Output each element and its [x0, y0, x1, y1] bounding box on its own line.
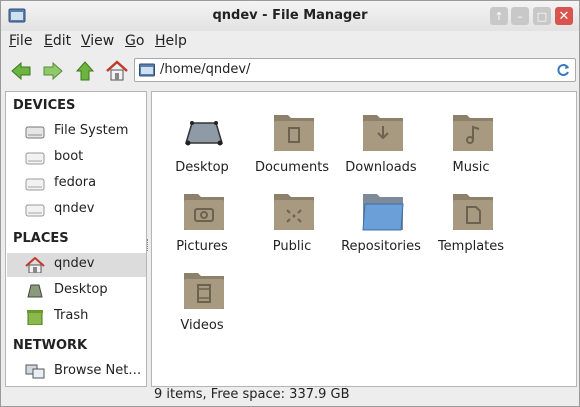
- maximize-button[interactable]: □: [533, 7, 551, 25]
- back-arrow-icon[interactable]: [9, 59, 33, 83]
- sidebar-item-desktop[interactable]: Desktop: [7, 279, 146, 303]
- file-name: Music: [452, 160, 490, 175]
- status-bar-text: 9 items, Free space: 337.9 GB: [154, 387, 350, 402]
- desktop-icon: [27, 284, 43, 298]
- minimize-button[interactable]: –: [511, 7, 529, 25]
- location-bar[interactable]: /home/qndev/: [134, 58, 576, 82]
- file-manager-window: qndev - File Manager ↑ – □ ✕ File Edit V…: [0, 0, 580, 407]
- location-path[interactable]: /home/qndev/: [160, 62, 250, 77]
- sidebar-item-label: boot: [54, 149, 84, 164]
- file-name: Templates: [437, 239, 505, 254]
- refresh-icon[interactable]: [555, 62, 571, 78]
- file-item-pictures[interactable]: Pictures: [157, 181, 247, 254]
- menu-go[interactable]: Go: [125, 33, 144, 49]
- sidebar-item-label: qndev: [54, 256, 95, 271]
- file-name: Documents: [254, 160, 330, 175]
- harddisk-icon: [25, 126, 45, 139]
- file-view: Desktop Documents Downloads Music Pictur…: [151, 91, 577, 387]
- file-name: Desktop: [175, 160, 229, 175]
- file-item-music[interactable]: Music: [426, 102, 516, 175]
- sidebar-item-browse-network[interactable]: Browse Network: [7, 360, 146, 384]
- desktop-folder-icon: [184, 121, 224, 146]
- file-item-documents[interactable]: Documents: [247, 102, 337, 175]
- devices-heading: DEVICES: [13, 98, 76, 113]
- drive-icon: [25, 204, 45, 217]
- folder-icon: [139, 63, 155, 77]
- public-folder-icon: [274, 194, 314, 230]
- file-item-templates[interactable]: Templates: [426, 181, 516, 254]
- file-name: Repositories: [341, 239, 421, 254]
- sidebar-item-boot[interactable]: boot: [7, 146, 146, 170]
- file-name: Downloads: [345, 160, 417, 175]
- sidebar-item-fedora[interactable]: fedora: [7, 172, 146, 196]
- sidebar-item-label: qndev: [54, 201, 95, 216]
- sidebar-item-qndev-device[interactable]: qndev: [7, 198, 146, 222]
- sidebar-item-label: File System: [54, 123, 129, 138]
- documents-folder-icon: [274, 115, 314, 151]
- sidebar-item-label: Desktop: [54, 282, 108, 297]
- home-icon[interactable]: [105, 59, 129, 83]
- file-name: Videos: [180, 318, 224, 333]
- menu-help[interactable]: Help: [155, 33, 187, 49]
- menu-edit[interactable]: Edit: [44, 33, 71, 49]
- file-name: Public: [272, 239, 312, 254]
- sidebar-item-trash[interactable]: Trash: [7, 305, 146, 329]
- pictures-folder-icon: [184, 194, 224, 230]
- sidebar-item-label: fedora: [54, 175, 97, 190]
- places-heading: PLACES: [13, 231, 69, 246]
- file-name: Pictures: [176, 239, 228, 254]
- videos-folder-icon: [184, 273, 224, 309]
- menu-file[interactable]: File: [9, 33, 32, 49]
- home-icon: [25, 257, 45, 273]
- up-arrow-icon[interactable]: [73, 59, 97, 83]
- trash-icon: [27, 310, 43, 325]
- menu-bar: File Edit View Go Help: [1, 31, 579, 53]
- close-button[interactable]: ✕: [555, 7, 573, 25]
- drive-icon: [25, 178, 45, 191]
- network-icon: [25, 364, 45, 379]
- sidebar-item-label: Browse Network: [54, 363, 144, 378]
- side-pane: DEVICES File System boot fedora qndev PL…: [5, 91, 147, 387]
- file-item-videos[interactable]: Videos: [157, 260, 247, 333]
- network-heading: NETWORK: [13, 338, 88, 353]
- file-item-repositories[interactable]: Repositories: [336, 181, 426, 254]
- sidebar-item-label: Trash: [54, 308, 89, 323]
- music-folder-icon: [453, 115, 493, 151]
- file-item-downloads[interactable]: Downloads: [336, 102, 426, 175]
- menu-view[interactable]: View: [81, 33, 114, 49]
- file-item-desktop[interactable]: Desktop: [157, 102, 247, 175]
- forward-arrow-icon[interactable]: [41, 59, 65, 83]
- file-item-public[interactable]: Public: [247, 181, 337, 254]
- sidebar-item-file-system[interactable]: File System: [7, 120, 146, 144]
- downloads-folder-icon: [363, 115, 403, 151]
- sidebar-item-home[interactable]: qndev: [7, 253, 146, 277]
- title-bar[interactable]: qndev - File Manager ↑ – □ ✕: [1, 1, 579, 31]
- drive-icon: [25, 152, 45, 165]
- blue-folder-icon: [362, 194, 404, 231]
- shade-button[interactable]: ↑: [490, 7, 508, 25]
- templates-folder-icon: [453, 194, 493, 230]
